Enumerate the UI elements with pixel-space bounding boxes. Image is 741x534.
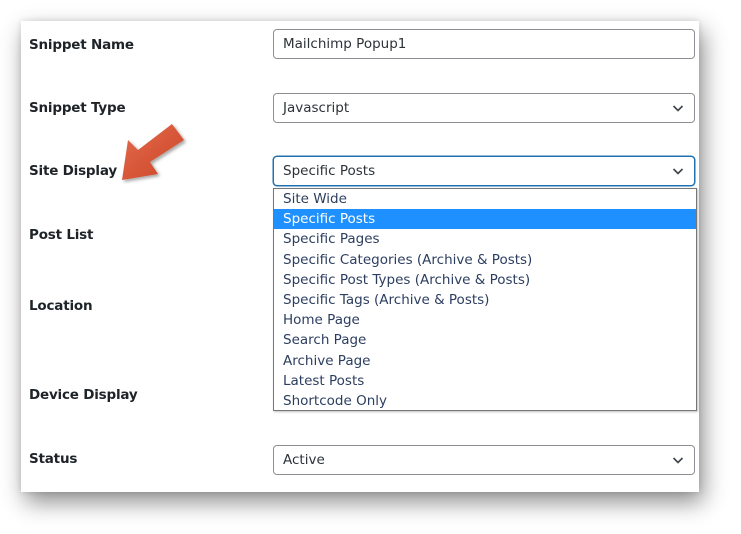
device-display-label: Device Display [29, 387, 138, 403]
dropdown-option[interactable]: Archive Page [274, 351, 696, 371]
snippet-name-input[interactable]: Mailchimp Popup1 [273, 29, 695, 59]
site-display-value: Specific Posts [283, 163, 376, 179]
status-value: Active [283, 452, 325, 468]
chevron-down-icon [672, 457, 684, 464]
snippet-type-value: Javascript [283, 100, 350, 116]
dropdown-option[interactable]: Specific Pages [274, 229, 696, 249]
arrow-pointer-icon [122, 124, 184, 180]
status-label: Status [29, 451, 78, 467]
site-display-dropdown: Site Wide Specific Posts Specific Pages Spe… [273, 188, 697, 411]
snippet-type-label: Snippet Type [29, 100, 126, 116]
chevron-down-icon [672, 168, 684, 175]
snippet-type-select[interactable]: Javascript [273, 93, 695, 123]
dropdown-option[interactable]: Shortcode Only [274, 391, 696, 411]
post-list-label: Post List [29, 227, 94, 243]
dropdown-option[interactable]: Search Page [274, 330, 696, 350]
dropdown-option[interactable]: Site Wide [274, 189, 696, 209]
dropdown-option[interactable]: Specific Categories (Archive & Posts) [274, 250, 696, 270]
dropdown-option[interactable]: Specific Post Types (Archive & Posts) [274, 270, 696, 290]
dropdown-option[interactable]: Specific Posts [274, 209, 696, 230]
site-display-select[interactable]: Specific Posts [273, 156, 695, 186]
location-label: Location [29, 298, 93, 314]
snippet-name-label: Snippet Name [29, 37, 134, 53]
dropdown-option[interactable]: Latest Posts [274, 371, 696, 391]
site-display-label: Site Display [29, 163, 117, 179]
dropdown-option[interactable]: Home Page [274, 310, 696, 330]
chevron-down-icon [672, 105, 684, 112]
dropdown-option[interactable]: Specific Tags (Archive & Posts) [274, 290, 696, 310]
status-select[interactable]: Active [273, 445, 695, 475]
